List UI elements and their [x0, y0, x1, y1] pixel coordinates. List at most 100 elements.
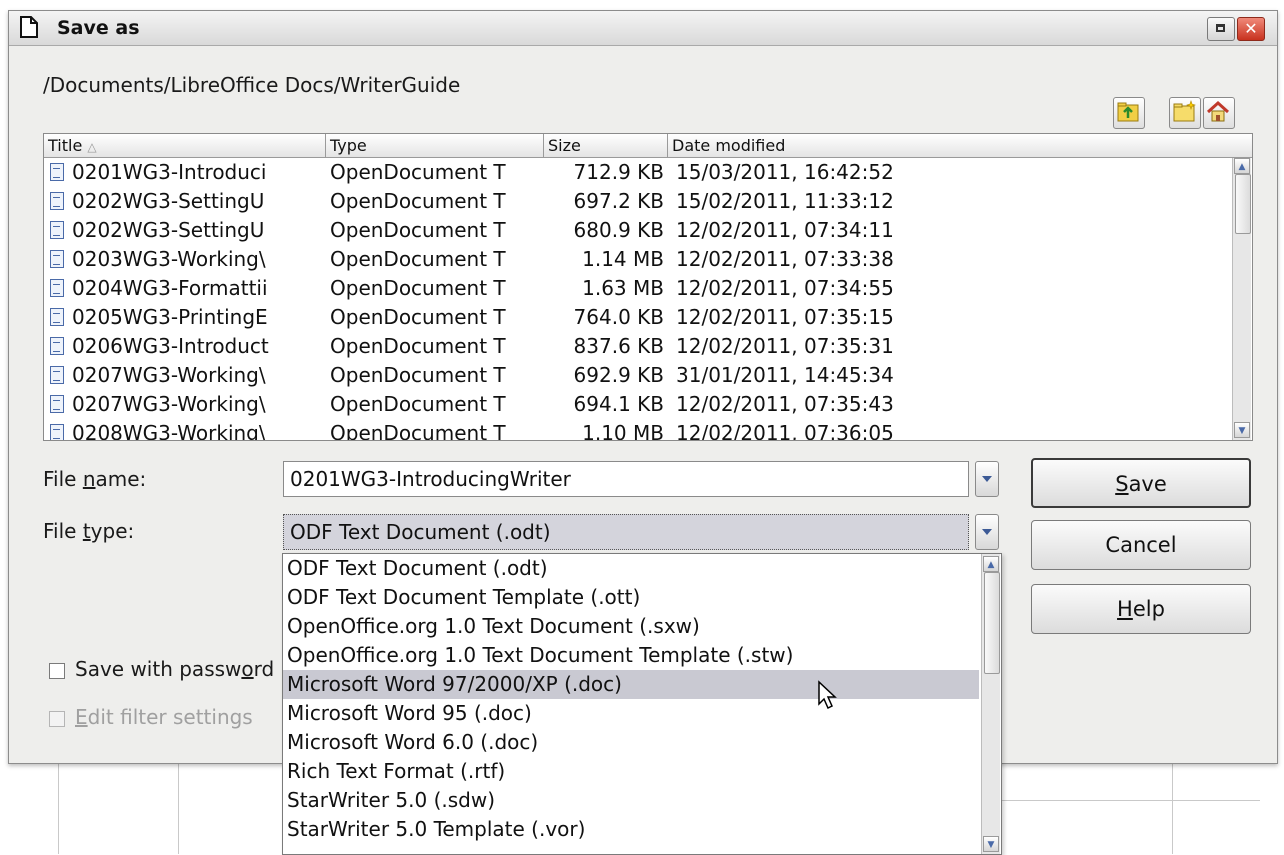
file-size: 1.14 MB	[582, 247, 664, 271]
help-button[interactable]: Help	[1031, 584, 1251, 634]
file-size: 680.9 KB	[573, 218, 664, 242]
text-document-icon	[50, 308, 64, 326]
file-type-select[interactable]: ODF Text Document (.odt)	[283, 514, 969, 550]
table-row[interactable]: 0206WG3-Introduct OpenDocument T 837.6 KB 1…	[44, 332, 1232, 361]
dropdown-option[interactable]: OpenOffice.org 1.0 Text Document Templat…	[283, 641, 979, 670]
dropdown-option[interactable]: Microsoft Word 95 (.doc)	[283, 699, 979, 728]
column-header-type[interactable]: Type	[326, 134, 544, 158]
file-name-input[interactable]: 0201WG3-IntroducingWriter	[283, 461, 969, 497]
file-date: 12/02/2011, 07:35:31	[676, 334, 894, 358]
text-document-icon	[50, 424, 64, 440]
column-header-title[interactable]: Title △	[44, 134, 326, 158]
page-margin-line	[58, 762, 59, 854]
column-header-date[interactable]: Date modified	[668, 134, 1252, 158]
file-type: OpenDocument T	[330, 189, 506, 213]
home-button[interactable]	[1203, 97, 1235, 129]
close-button[interactable]: ✕	[1237, 17, 1265, 41]
text-document-icon	[50, 192, 64, 210]
table-row[interactable]: 0207WG3-Working\ OpenDocument T 694.1 KB 12…	[44, 390, 1232, 419]
file-size: 764.0 KB	[573, 305, 664, 329]
file-size: 697.2 KB	[573, 189, 664, 213]
file-size: 694.1 KB	[573, 392, 664, 416]
file-size: 712.9 KB	[573, 160, 664, 184]
dropdown-option[interactable]: ODF Text Document Template (.ott)	[283, 583, 979, 612]
scroll-down-arrow-icon[interactable]: ▼	[1234, 422, 1250, 438]
folder-up-button[interactable]	[1113, 97, 1145, 129]
file-list-scrollbar[interactable]: ▲ ▼	[1232, 158, 1251, 440]
file-type: OpenDocument T	[330, 305, 506, 329]
chevron-down-icon	[982, 476, 992, 482]
file-title: 0203WG3-Working\	[72, 247, 266, 271]
file-type: OpenDocument T	[330, 247, 506, 271]
document-icon	[20, 16, 38, 38]
file-title: 0206WG3-Introduct	[72, 334, 269, 358]
mouse-pointer-icon	[818, 680, 837, 710]
table-row[interactable]: 0207WG3-Working\ OpenDocument T 692.9 KB 31…	[44, 361, 1232, 390]
file-title: 0201WG3-Introduci	[72, 160, 267, 184]
file-date: 12/02/2011, 07:35:43	[676, 392, 894, 416]
table-row[interactable]: 0202WG3-SettingU OpenDocument T 697.2 KB 15…	[44, 187, 1232, 216]
sort-ascending-icon: △	[87, 140, 97, 154]
file-title: 0208WG3-Working\	[72, 421, 266, 441]
file-list[interactable]: Title △ Type Size Date modified 0201WG3-…	[43, 133, 1253, 441]
table-row[interactable]: 0208WG3-Working\ OpenDocument T 1.10 MB 12/…	[44, 419, 1232, 441]
table-row[interactable]: 0205WG3-PrintingE OpenDocument T 764.0 KB 1…	[44, 303, 1232, 332]
scroll-up-arrow-icon[interactable]: ▲	[1234, 158, 1250, 174]
file-type: OpenDocument T	[330, 392, 506, 416]
file-type: OpenDocument T	[330, 218, 506, 242]
text-document-icon	[50, 250, 64, 268]
file-name-label: File name:	[43, 467, 147, 491]
file-size: 692.9 KB	[573, 363, 664, 387]
save-button[interactable]: Save	[1031, 458, 1251, 508]
scroll-down-arrow-icon[interactable]: ▼	[983, 836, 999, 852]
restore-button[interactable]	[1207, 17, 1235, 41]
column-header-size[interactable]: Size	[544, 134, 668, 158]
dropdown-option[interactable]: Microsoft Word 97/2000/XP (.doc)	[283, 670, 979, 699]
dropdown-option[interactable]: Rich Text Format (.rtf)	[283, 757, 979, 786]
file-date: 12/02/2011, 07:35:15	[676, 305, 894, 329]
chevron-down-icon	[982, 529, 992, 535]
file-type: OpenDocument T	[330, 363, 506, 387]
file-title: 0205WG3-PrintingE	[72, 305, 268, 329]
table-row[interactable]: 0201WG3-Introduci OpenDocument T 712.9 KB 1…	[44, 158, 1232, 187]
new-folder-button[interactable]	[1169, 97, 1201, 129]
folder-up-icon	[1117, 102, 1139, 122]
text-document-icon	[50, 221, 64, 239]
dropdown-scrollbar[interactable]: ▲ ▼	[981, 554, 1000, 854]
file-name-history-dropdown[interactable]	[975, 461, 999, 497]
file-date: 31/01/2011, 14:45:34	[676, 363, 894, 387]
save-with-password-checkbox[interactable]	[49, 663, 65, 679]
file-type-dropdown-button[interactable]	[975, 514, 999, 550]
file-size: 837.6 KB	[573, 334, 664, 358]
scroll-up-arrow-icon[interactable]: ▲	[983, 556, 999, 572]
new-folder-icon	[1173, 100, 1196, 122]
dropdown-option[interactable]: Microsoft Word 6.0 (.doc)	[283, 728, 979, 757]
close-icon: ✕	[1244, 19, 1258, 38]
table-row[interactable]: 0202WG3-SettingU OpenDocument T 680.9 KB 12…	[44, 216, 1232, 245]
table-row[interactable]: 0204WG3-Formattii OpenDocument T 1.63 MB 12…	[44, 274, 1232, 303]
text-document-icon	[50, 337, 64, 355]
file-title: 0204WG3-Formattii	[72, 276, 268, 300]
page-margin-line	[1172, 762, 1173, 854]
scroll-thumb[interactable]	[1235, 174, 1251, 234]
file-type: OpenDocument T	[330, 334, 506, 358]
file-size: 1.10 MB	[582, 421, 664, 441]
dropdown-option[interactable]: StarWriter 5.0 (.sdw)	[283, 786, 979, 815]
restore-icon	[1216, 24, 1225, 32]
file-date: 12/02/2011, 07:33:38	[676, 247, 894, 271]
dropdown-option[interactable]: OpenOffice.org 1.0 Text Document (.sxw)	[283, 612, 979, 641]
cancel-button[interactable]: Cancel	[1031, 520, 1251, 570]
table-row[interactable]: 0203WG3-Working\ OpenDocument T 1.14 MB 12/…	[44, 245, 1232, 274]
dropdown-option[interactable]: StarWriter 5.0 Template (.vor)	[283, 815, 979, 844]
file-type: OpenDocument T	[330, 421, 506, 441]
home-icon	[1206, 100, 1230, 122]
text-document-icon	[50, 395, 64, 413]
title-bar[interactable]: Save as ✕	[9, 11, 1277, 46]
edit-filter-settings-checkbox[interactable]	[49, 711, 65, 727]
file-type-dropdown-list[interactable]: ODF Text Document (.odt) ODF Text Documen…	[282, 553, 1002, 855]
dropdown-option[interactable]: ODF Text Document (.odt)	[283, 554, 979, 583]
file-date: 12/02/2011, 07:36:05	[676, 421, 894, 441]
scroll-thumb[interactable]	[984, 572, 1000, 674]
text-document-icon	[50, 366, 64, 384]
save-with-password-label[interactable]: Save with password	[75, 657, 274, 681]
